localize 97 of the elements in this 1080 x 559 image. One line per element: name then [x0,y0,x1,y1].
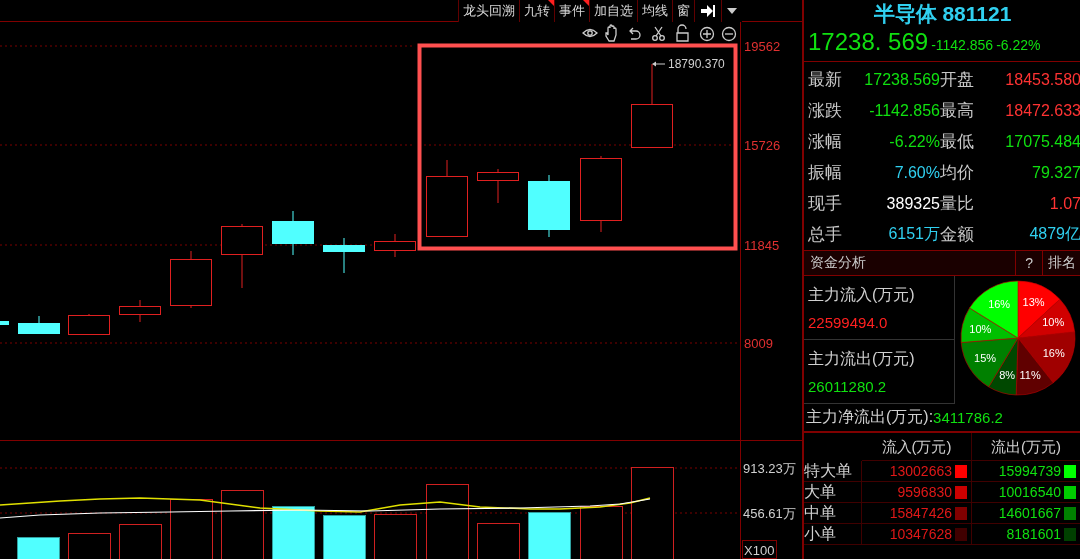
net-outflow-label: 主力净流出(万元): [806,407,934,427]
inflow-amount: 10347628 [889,526,952,542]
scale-badge: X100 [742,540,777,559]
toolbar-button[interactable]: 加自选 [589,0,637,22]
outflow-amount: 10016540 [998,484,1061,500]
pie-label: 10% [969,322,992,335]
stat-label: 最高 [940,100,975,122]
inflow-amount: 9596830 [897,484,952,500]
stat-value: 7.60% [893,163,940,182]
stat-value: 6151万 [887,224,940,244]
inflow-value: 22599494.0 [808,313,889,331]
inflow-label: 主力流入(万元) [808,284,916,305]
pie-label: 16% [1042,346,1065,359]
pie-label: 11% [1019,368,1041,381]
order-type: 小单 [804,524,862,545]
section-title: 资金分析 [809,254,867,272]
candlestick [221,223,263,289]
candlestick [170,250,212,309]
stat-label: 涨跌 [808,100,843,122]
net-outflow-value: 3411786.2 [933,409,1003,426]
stat-value: 17075.484 [1004,132,1080,151]
toolbar-button[interactable]: 龙头回溯 [458,0,519,22]
stat-label: 现手 [808,193,843,215]
volume-bar [17,537,60,559]
stat-label: 总手 [808,224,843,246]
zoom-in-icon[interactable] [699,26,715,42]
stock-name: 半导体 881121 [872,1,1013,27]
column-header: 流出(万元) [972,433,1080,461]
pie-label: 16% [988,298,1011,311]
lock-icon[interactable] [676,24,689,42]
candlestick [374,233,416,258]
pie-label: 15% [974,352,997,365]
stat-value: 17238.569 [863,70,940,89]
toolbar-button[interactable]: 均线 [637,0,672,22]
candlestick [18,315,60,335]
axis-label: 913.23万 [743,461,796,476]
outflow-label: 主力流出(万元) [808,348,916,369]
stat-label: 开盘 [940,69,975,91]
stat-label: 涨幅 [808,131,843,153]
stat-label: 最低 [940,131,975,153]
arrow-to-bar-icon [700,4,716,18]
volume-bar [323,515,366,559]
candlestick [323,237,365,274]
candlestick [272,210,314,256]
change-percent: -6.22% [996,37,1041,53]
candlestick [528,174,570,238]
stat-value: -6.22% [888,132,940,151]
high-price-label: 18790.370 [668,57,725,71]
eye-icon[interactable] [582,28,598,38]
column-header: 流入(万元) [862,433,972,461]
zoom-out-icon[interactable] [721,26,737,42]
undo-icon[interactable] [629,27,641,40]
inflow-amount: 13002663 [889,463,952,479]
pie-label: 10% [1042,315,1065,328]
axis-label: 11845 [744,238,780,253]
stat-value: 18453.580 [1004,70,1080,89]
candlestick [0,320,9,325]
stat-label: 振幅 [808,162,843,184]
stat-value: -1142.856 [868,101,940,120]
axis-label: 15726 [744,138,781,153]
stat-label: 最新 [808,69,843,91]
axis-label: 8009 [744,336,773,351]
stat-value: 18472.633 [1004,101,1080,120]
stat-value: 389325 [885,194,940,213]
order-type: 中单 [804,503,862,524]
stat-label: 量比 [940,193,975,215]
order-type: 大单 [804,482,862,503]
outflow-amount: 14601667 [998,505,1061,521]
outflow-value: 26011280.2 [808,377,888,395]
scissors-icon[interactable] [652,26,665,41]
candlestick [119,299,161,323]
inflow-amount: 15847426 [889,505,952,521]
volume-bar [272,506,315,559]
stat-value: 79.327 [1031,163,1080,182]
stat-label: 金额 [940,224,975,246]
toolbar-button[interactable]: 事件 [554,0,589,22]
outflow-amount: 8181601 [1006,526,1061,542]
pie-label: 8% [999,369,1016,382]
hand-icon[interactable] [605,24,617,42]
outflow-amount: 15994739 [998,463,1061,479]
toolbar-button[interactable]: 窗 [672,0,694,22]
pie-label: 13% [1022,296,1045,309]
caret-icon [727,8,737,14]
toolbar-button[interactable]: 九转 [519,0,554,22]
axis-label: 456.61万 [743,506,796,521]
candlestick [477,168,519,204]
price: 17238. 569 [808,28,929,56]
stat-value: 1.07 [1048,194,1080,213]
collapse-button[interactable] [694,0,721,22]
order-type: 特大单 [804,461,862,482]
volume-bar [528,512,571,559]
stat-label: 均价 [940,162,975,184]
candlestick [68,313,110,335]
high-marker-arrow [652,61,666,67]
price-change: -1142.856 [931,37,994,53]
stat-value: 4879亿 [1028,224,1080,244]
axis-label: 19562 [744,39,781,54]
